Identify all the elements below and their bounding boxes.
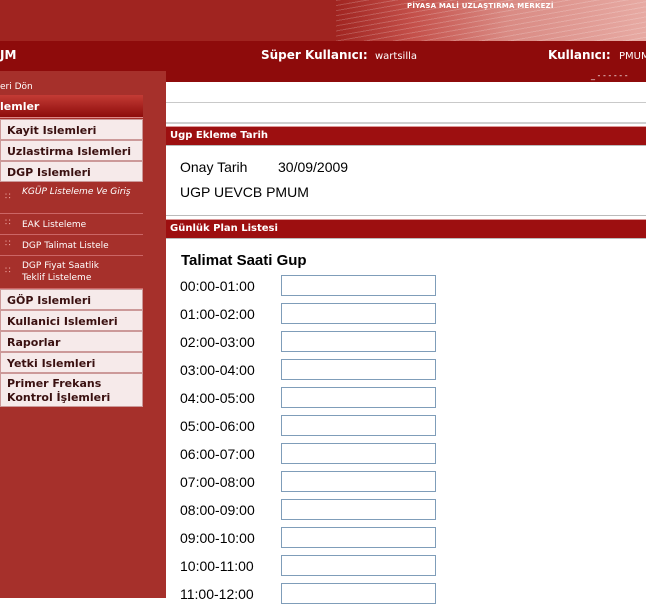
sidebar-subitem-label: EAK Listeleme [22, 220, 87, 230]
hour-row: 06:00-07:00 [180, 443, 480, 467]
divider [166, 122, 646, 124]
sidebar-menu-header: lemler [0, 95, 143, 118]
brand-logo-text: PİYASA MALİ UZLAŞTIRMA MERKEZİ [407, 2, 554, 10]
hour-value-input[interactable] [281, 555, 436, 576]
hour-row: 09:00-10:00 [180, 527, 480, 551]
hour-value-input[interactable] [281, 359, 436, 380]
bullet-icon: ∷ [5, 266, 11, 276]
sidebar-item-label: Raporlar [7, 336, 61, 349]
super-user-value: wartsilla [375, 51, 418, 62]
section-header-ugp-ekleme: Ugp Ekleme Tarih [166, 126, 646, 145]
back-link[interactable]: eri Dön [0, 82, 33, 92]
sidebar-item-raporlar[interactable]: Raporlar [0, 331, 143, 352]
hour-label: 02:00-03:00 [180, 334, 255, 350]
hour-label: 08:00-09:00 [180, 502, 255, 518]
sidebar-item-yetki[interactable]: Yetki Islemleri [0, 352, 143, 373]
sidebar-subitem-label: KGÜP Listeleme Ve Giriş [22, 187, 131, 197]
hour-label: 03:00-04:00 [180, 362, 255, 378]
sidebar-subitem-dgp-fiyat[interactable]: ∷ DGP Fiyat Saatlik Teklif Listeleme [0, 256, 143, 289]
hour-label: 11:00-12:00 [180, 586, 254, 602]
system-name: JM [0, 48, 17, 62]
section-header-gunluk-plan: Günlük Plan Listesi [166, 219, 646, 238]
sidebar-item-dgp[interactable]: DGP Islemleri [0, 161, 143, 182]
hour-row: 11:00-12:00 [180, 583, 480, 607]
hour-row: 02:00-03:00 [180, 331, 480, 355]
sidebar-item-label: Yetki Islemleri [7, 357, 96, 370]
sub-bar-stub: _ - - - - - - [591, 71, 628, 80]
section-title: Ugp Ekleme Tarih [170, 130, 269, 141]
hour-row: 07:00-08:00 [180, 471, 480, 495]
hour-row: 03:00-04:00 [180, 359, 480, 383]
hour-row: 00:00-01:00 [180, 275, 480, 299]
hour-row: 01:00-02:00 [180, 303, 480, 327]
hour-row: 04:00-05:00 [180, 387, 480, 411]
section-title: Günlük Plan Listesi [170, 223, 278, 234]
hour-value-input[interactable] [281, 499, 436, 520]
bullet-icon: ∷ [5, 239, 11, 249]
sidebar-item-label: Kayit Islemleri [7, 124, 97, 137]
super-user-label: Süper Kullanıcı: [261, 48, 368, 62]
hour-label: 01:00-02:00 [180, 306, 255, 322]
divider [166, 215, 646, 216]
sidebar-item-kayit[interactable]: Kayit Islemleri [0, 119, 143, 140]
sidebar-subitem-eak[interactable]: ∷ EAK Listeleme [0, 214, 143, 235]
hour-value-input[interactable] [281, 527, 436, 548]
divider [166, 145, 646, 146]
hour-label: 10:00-11:00 [180, 558, 254, 574]
sidebar-item-label: Kullanici Islemleri [7, 315, 118, 328]
column-title: Talimat Saati Gup [181, 252, 307, 269]
sidebar-item-gop[interactable]: GÖP Islemleri [0, 289, 143, 310]
ugp-info-line: UGP UEVCB PMUM [180, 184, 309, 200]
hour-label: 05:00-06:00 [180, 418, 255, 434]
hour-value-input[interactable] [281, 471, 436, 492]
onay-tarih-value: 30/09/2009 [278, 159, 349, 175]
hour-label: 07:00-08:00 [180, 474, 255, 490]
hour-value-input[interactable] [281, 415, 436, 436]
hour-label: 09:00-10:00 [180, 530, 255, 546]
user-label: Kullanıcı: [548, 48, 611, 62]
hour-value-input[interactable] [281, 303, 436, 324]
hour-row: 10:00-11:00 [180, 555, 480, 579]
hour-label: 04:00-05:00 [180, 390, 255, 406]
sub-bar: _ - - - - - - [166, 71, 646, 82]
sidebar-item-label: GÖP Islemleri [7, 294, 92, 307]
sidebar-item-label: Uzlastirma Islemleri [7, 145, 132, 158]
sidebar-subitem-label: DGP Fiyat Saatlik Teklif Listeleme [22, 261, 99, 283]
divider [166, 238, 646, 239]
hour-label: 00:00-01:00 [180, 278, 255, 294]
hour-value-input[interactable] [281, 387, 436, 408]
sidebar-subitem-kgup[interactable]: ∷ KGÜP Listeleme Ve Giriş [0, 182, 143, 214]
sidebar-item-kullanici[interactable]: Kullanici Islemleri [0, 310, 143, 331]
sidebar-item-primer-frekans[interactable]: Primer Frekans Kontrol İşlemleri [0, 373, 143, 407]
sidebar-item-uzlastirma[interactable]: Uzlastirma Islemleri [0, 140, 143, 161]
hour-value-input[interactable] [281, 583, 436, 604]
hour-row: 05:00-06:00 [180, 415, 480, 439]
sidebar-item-label: Primer Frekans Kontrol İşlemleri [7, 377, 111, 404]
sidebar-item-label: DGP Islemleri [7, 166, 91, 179]
sidebar-subitem-label: DGP Talimat Listele [22, 241, 109, 251]
top-banner: PİYASA MALİ UZLAŞTIRMA MERKEZİ [0, 0, 646, 41]
sidebar: eri Dön lemler Kayit Islemleri Uzlastirm… [0, 71, 166, 598]
sidebar-menu-header-label: lemler [0, 100, 40, 113]
hour-label: 06:00-07:00 [180, 446, 255, 462]
hour-row: 08:00-09:00 [180, 499, 480, 523]
top-user-bar: JM Süper Kullanıcı: wartsilla Kullanıcı:… [0, 41, 646, 71]
sidebar-subitem-dgp-talimat[interactable]: ∷ DGP Talimat Listele [0, 235, 143, 256]
hour-value-input[interactable] [281, 331, 436, 352]
hour-value-input[interactable] [281, 443, 436, 464]
user-value: PMUM [619, 51, 646, 62]
bullet-icon: ∷ [5, 218, 11, 228]
bullet-icon: ∷ [5, 192, 11, 202]
divider [166, 102, 646, 103]
main-content: Ugp Ekleme Tarih Onay Tarih 30/09/2009 U… [166, 82, 646, 604]
onay-tarih-label: Onay Tarih [180, 159, 248, 175]
hour-value-input[interactable] [281, 275, 436, 296]
